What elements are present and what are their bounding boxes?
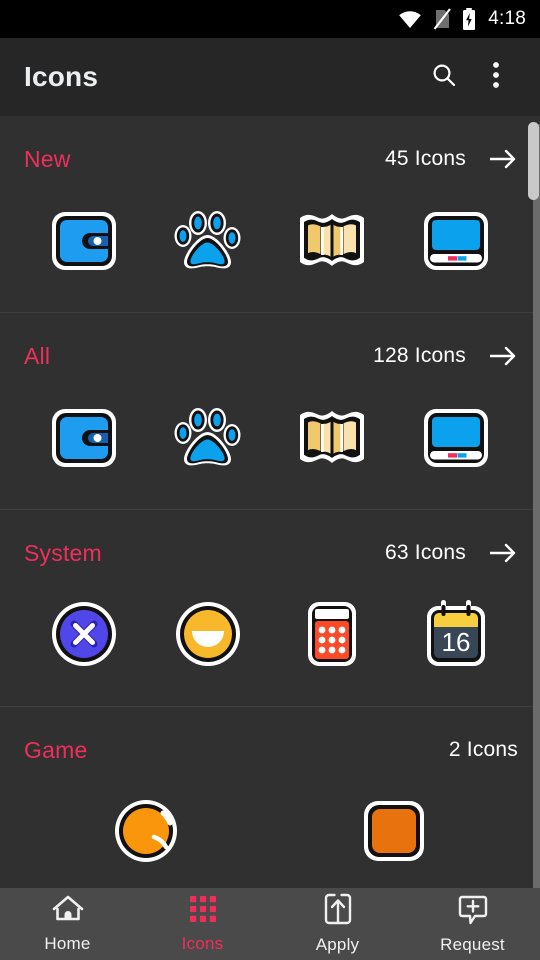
section-header[interactable]: All 128 Icons <box>0 313 540 399</box>
grid-icon <box>188 894 218 929</box>
icon-laptop-icon[interactable] <box>394 202 518 278</box>
section-game: Game 2 Icons <box>0 706 540 888</box>
icon-wallet-icon[interactable] <box>22 202 146 278</box>
icon-map-icon[interactable] <box>270 202 394 278</box>
icon-calendar-16-icon[interactable]: 16 <box>394 596 518 672</box>
section-arrow-icon[interactable] <box>488 341 518 371</box>
section-arrow-icon[interactable] <box>488 144 518 174</box>
no-sim-icon <box>433 8 452 30</box>
icon-pack-list[interactable]: New 45 Icons All 128 Icons System 63 Ico… <box>0 116 540 888</box>
section-count: 45 Icons <box>385 147 466 170</box>
app-screen: 4:18 Icons New 45 Icons All 128 Icons Sy… <box>0 0 540 960</box>
section-system: System 63 Icons 16 <box>0 509 540 706</box>
apply-icon <box>324 893 352 930</box>
status-bar-clock: 4:18 <box>488 8 526 29</box>
status-bar: 4:18 <box>0 0 540 38</box>
bottom-navigation-bar: Home Icons Apply Request <box>0 888 540 960</box>
icon-wallet-icon[interactable] <box>22 399 146 475</box>
icon-preview-row <box>0 202 540 312</box>
icon-orange-card-icon[interactable] <box>270 793 518 869</box>
icon-close-circle-icon[interactable] <box>22 596 146 672</box>
scrollbar-track[interactable] <box>528 116 540 888</box>
nav-label-icons: Icons <box>181 934 224 953</box>
wifi-icon <box>398 9 422 29</box>
request-icon <box>458 894 488 930</box>
home-icon <box>51 894 85 929</box>
page-title: Icons <box>24 61 99 92</box>
nav-item-apply[interactable]: Apply <box>270 893 405 955</box>
icon-laptop-icon[interactable] <box>394 399 518 475</box>
section-count: 63 Icons <box>385 541 466 564</box>
nav-label-apply: Apply <box>315 935 360 954</box>
svg-text:16: 16 <box>442 627 471 657</box>
icon-preview-row: 16 <box>0 596 540 706</box>
nav-label-home: Home <box>44 934 91 953</box>
icon-map-icon[interactable] <box>270 399 394 475</box>
section-all: All 128 Icons <box>0 312 540 509</box>
section-header[interactable]: Game 2 Icons <box>0 707 540 793</box>
icon-calculator-icon[interactable] <box>270 596 394 672</box>
nav-item-icons[interactable]: Icons <box>135 894 270 954</box>
battery-charging-icon <box>462 7 476 31</box>
section-arrow-icon[interactable] <box>488 538 518 568</box>
section-title: System <box>24 539 102 566</box>
search-button[interactable] <box>418 51 470 103</box>
overflow-menu-icon <box>492 60 500 95</box>
scrollbar-thumb[interactable] <box>528 122 539 200</box>
nav-label-request: Request <box>440 934 505 954</box>
section-count: 128 Icons <box>373 344 466 367</box>
icon-smiley-face-icon[interactable] <box>146 596 270 672</box>
icon-paw-print-icon[interactable] <box>146 399 270 475</box>
nav-item-request[interactable]: Request <box>405 894 540 955</box>
icon-paw-print-icon[interactable] <box>146 202 270 278</box>
search-icon <box>430 61 458 94</box>
nav-item-home[interactable]: Home <box>0 894 135 954</box>
overflow-menu-button[interactable] <box>470 51 522 103</box>
section-header[interactable]: System 63 Icons <box>0 510 540 596</box>
section-new: New 45 Icons <box>0 116 540 312</box>
section-count: 2 Icons <box>448 738 518 761</box>
app-bar: Icons <box>0 38 540 116</box>
icon-preview-row <box>0 793 540 888</box>
icon-orange-ball-icon[interactable] <box>22 793 270 869</box>
section-title: All <box>24 342 51 369</box>
section-header[interactable]: New 45 Icons <box>0 116 540 202</box>
icon-preview-row <box>0 399 540 509</box>
section-title: New <box>24 145 71 172</box>
section-title: Game <box>24 736 88 763</box>
